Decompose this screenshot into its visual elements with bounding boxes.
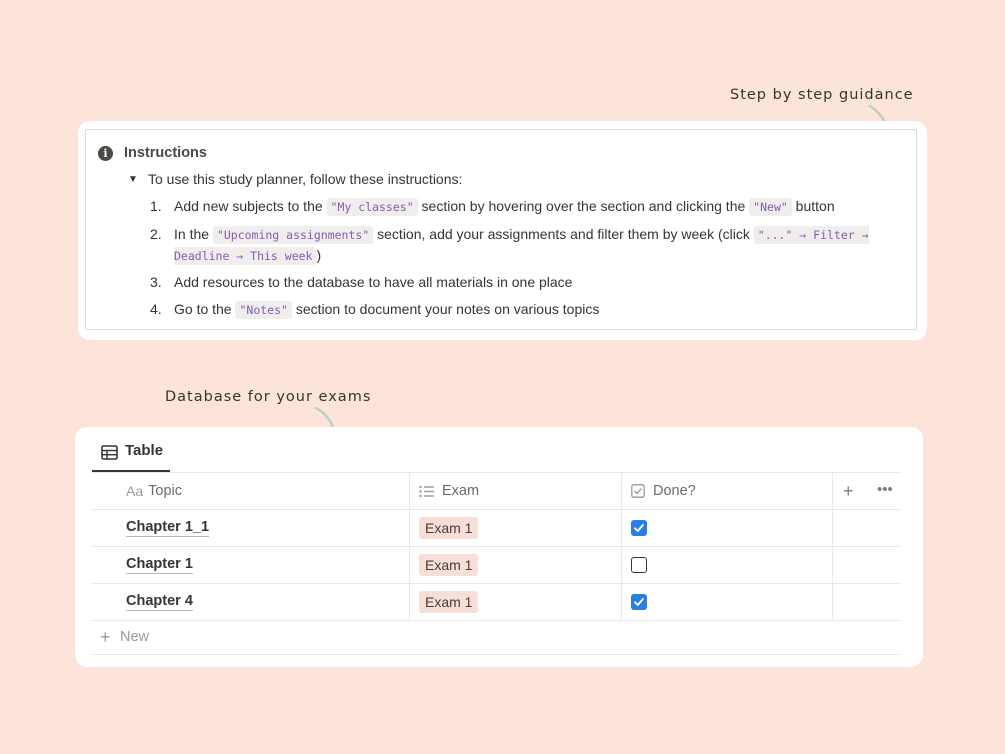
step-number: 4.	[150, 300, 162, 317]
inline-code: "Notes"	[235, 300, 292, 319]
step-number: 3.	[150, 274, 162, 290]
exam-tag[interactable]: Exam 1	[419, 517, 479, 539]
table-row[interactable]: Chapter 4 Exam 1	[92, 584, 900, 621]
triangle-down-icon[interactable]: ▼	[128, 174, 148, 185]
instructions-callout: i Instructions ▼ To use this study plann…	[85, 129, 917, 330]
exam-tag[interactable]: Exam 1	[419, 554, 479, 576]
column-header-done[interactable]: Done?	[621, 473, 832, 509]
inline-code: "Upcoming assignments"	[212, 225, 374, 244]
column-header-topic[interactable]: Aa Topic	[92, 473, 409, 509]
topic-cell[interactable]: Chapter 1_1	[126, 519, 210, 537]
done-checkbox-unchecked[interactable]	[631, 557, 647, 573]
column-label: Exam	[442, 483, 480, 499]
step-item: 2. In the "Upcoming assignments" section…	[150, 224, 890, 266]
table-row[interactable]: Chapter 1 Exam 1	[92, 547, 900, 584]
table-row[interactable]: Chapter 1_1 Exam 1	[92, 510, 900, 547]
step-number: 2.	[150, 225, 162, 242]
new-row-button[interactable]: + New	[92, 621, 900, 655]
instructions-toggle[interactable]: ▼ To use this study planner, follow thes…	[128, 171, 462, 187]
steps-list: 1. Add new subjects to the "My classes" …	[150, 196, 890, 326]
table-header: Aa Topic Exam Done? + •••	[92, 472, 900, 510]
new-row-label: New	[120, 629, 150, 645]
column-header-exam[interactable]: Exam	[409, 473, 621, 509]
exam-tag[interactable]: Exam 1	[419, 591, 479, 613]
column-label: Topic	[148, 483, 182, 499]
checkbox-property-icon	[631, 484, 645, 498]
step-item: 3. Add resources to the database to have…	[150, 272, 890, 292]
inline-code: "My classes"	[326, 198, 418, 216]
step-text: Go to the "Notes" section to document yo…	[174, 300, 600, 319]
list-icon	[419, 485, 434, 498]
database-card: Table Aa Topic Exam Done? + ••• Chapter …	[75, 427, 923, 667]
inline-code: "New"	[749, 198, 792, 216]
column-header-actions: + •••	[832, 473, 900, 509]
step-item: 1. Add new subjects to the "My classes" …	[150, 196, 890, 217]
step-text: In the "Upcoming assignments" section, a…	[174, 225, 869, 265]
info-icon: i	[98, 146, 113, 161]
step-text: Add resources to the database to have al…	[174, 274, 573, 290]
step-number: 1.	[150, 198, 162, 214]
database-annotation: Database for your exams	[165, 389, 372, 405]
done-checkbox-checked[interactable]	[631, 520, 647, 536]
add-column-button[interactable]: +	[843, 482, 854, 500]
database-table: Aa Topic Exam Done? + ••• Chapter 1_1 Ex…	[92, 472, 900, 655]
topic-cell[interactable]: Chapter 1	[126, 556, 193, 574]
instructions-card: i Instructions ▼ To use this study plann…	[78, 121, 927, 340]
tab-table[interactable]: Table	[92, 439, 170, 472]
table-icon	[101, 445, 118, 460]
text-property-icon: Aa	[126, 483, 144, 499]
tab-label: Table	[125, 442, 164, 459]
toggle-text: To use this study planner, follow these …	[148, 171, 463, 187]
more-options-icon[interactable]: •••	[877, 481, 893, 499]
topic-cell[interactable]: Chapter 4	[126, 593, 193, 611]
plus-icon: +	[100, 627, 111, 647]
step-text: Add new subjects to the "My classes" sec…	[174, 198, 835, 216]
callout-title: Instructions	[124, 145, 207, 161]
column-label: Done?	[653, 483, 696, 499]
done-checkbox-checked[interactable]	[631, 594, 647, 610]
step-item: 4. Go to the "Notes" section to document…	[150, 299, 890, 320]
guidance-annotation: Step by step guidance	[730, 87, 914, 103]
